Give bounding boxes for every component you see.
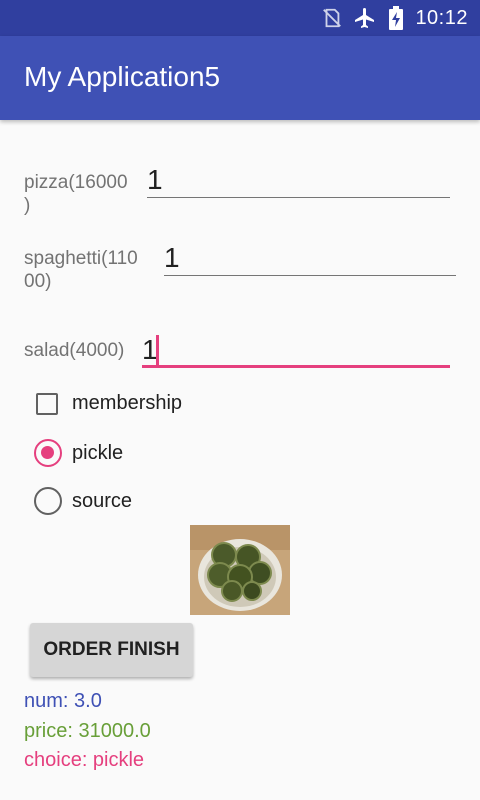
pizza-label: pizza(16000 ): [24, 171, 128, 217]
spaghetti-label-line1: spaghetti(110: [24, 248, 138, 269]
pickle-radio[interactable]: pickle: [34, 439, 123, 467]
spaghetti-label: spaghetti(110 00): [24, 247, 138, 293]
pickle-label: pickle: [72, 441, 124, 464]
clock: 10:12: [415, 6, 468, 29]
num-result: num: 3.0: [24, 690, 102, 712]
main-content: pizza(16000 ) 1 spaghetti(110 00) 1 sala…: [0, 120, 480, 800]
app-title: My Application5: [24, 61, 221, 92]
pizza-label-line2: ): [24, 195, 31, 216]
spaghetti-label-line2: 00): [24, 271, 52, 292]
radio-unselected-icon: [34, 487, 62, 515]
airplane-mode-icon: [355, 8, 375, 28]
pizza-label-line1: pizza(16000: [24, 172, 128, 193]
radio-selected-icon: [34, 439, 62, 467]
spaghetti-quantity-value: 1: [164, 242, 180, 273]
membership-checkbox[interactable]: membership: [36, 392, 182, 415]
pizza-quantity-input[interactable]: 1: [147, 162, 450, 198]
status-icons: 10:12: [321, 0, 468, 36]
membership-label: membership: [72, 392, 183, 414]
battery-charging-icon: [389, 6, 404, 30]
salad-quantity-input[interactable]: 1: [142, 332, 450, 368]
pickle-image: [190, 525, 290, 615]
order-finish-button[interactable]: ORDER FINISH: [30, 623, 193, 677]
salad-label: salad(4000): [24, 340, 125, 361]
price-result: price: 31000.0: [24, 720, 151, 742]
text-cursor: [156, 335, 159, 365]
status-bar: 10:12: [0, 0, 480, 36]
salad-input-underline: [142, 365, 450, 368]
app-bar: My Application5: [0, 36, 480, 120]
source-label: source: [72, 489, 133, 512]
spaghetti-quantity-input[interactable]: 1: [164, 240, 456, 276]
pizza-input-underline: [147, 197, 450, 198]
spaghetti-input-underline: [164, 275, 456, 276]
checkbox-box: [36, 392, 58, 415]
choice-result: choice: pickle: [24, 749, 145, 771]
pizza-quantity-value: 1: [147, 164, 163, 195]
source-radio[interactable]: source: [34, 487, 132, 515]
no-sim-icon: [323, 8, 342, 28]
